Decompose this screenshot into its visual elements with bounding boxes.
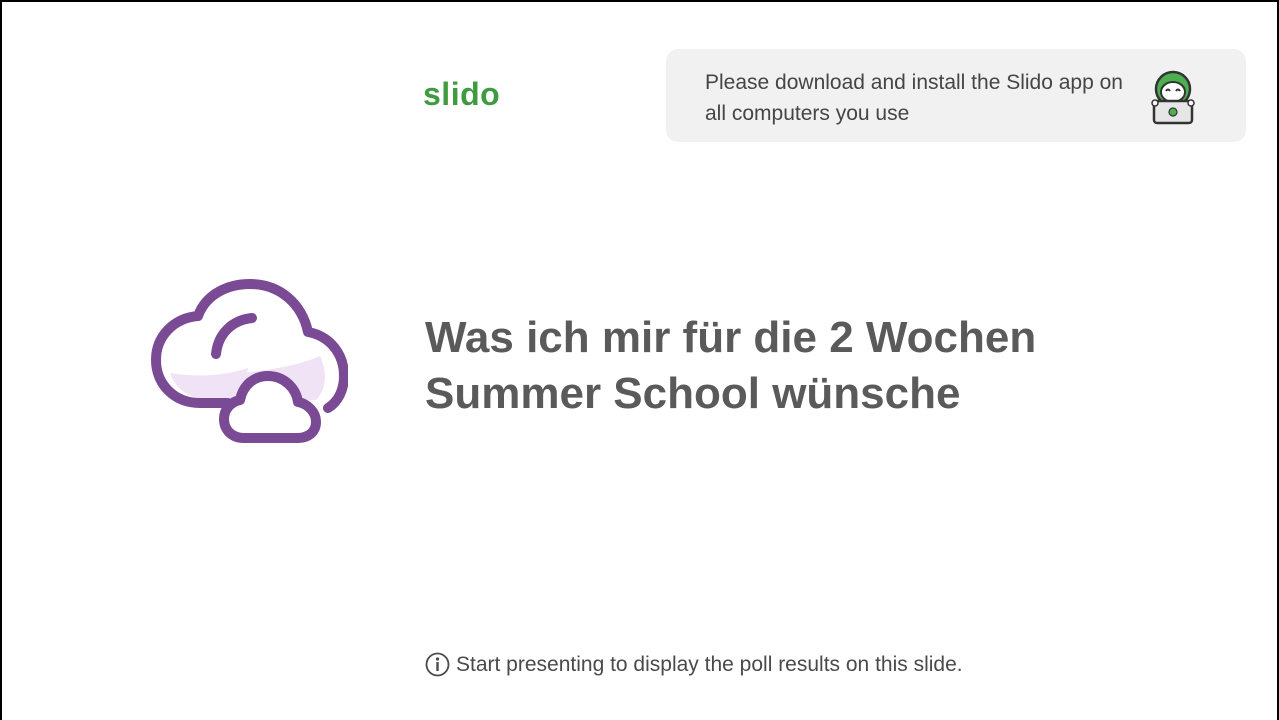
slido-logo: slido bbox=[423, 76, 501, 112]
mascot-icon bbox=[1140, 63, 1206, 129]
presenting-hint-text: Start presenting to display the poll res… bbox=[456, 652, 963, 676]
presenting-hint: Start presenting to display the poll res… bbox=[425, 652, 963, 677]
info-icon bbox=[425, 652, 450, 677]
poll-title: Was ich mir für die 2 Wochen Summer Scho… bbox=[425, 313, 1037, 418]
slide: slido Please download and install the Sl… bbox=[0, 0, 1279, 720]
word-cloud-icon bbox=[148, 278, 349, 448]
install-app-banner: Please download and install the Slido ap… bbox=[666, 49, 1246, 142]
banner-message: Please download and install the Slido ap… bbox=[705, 71, 1123, 125]
